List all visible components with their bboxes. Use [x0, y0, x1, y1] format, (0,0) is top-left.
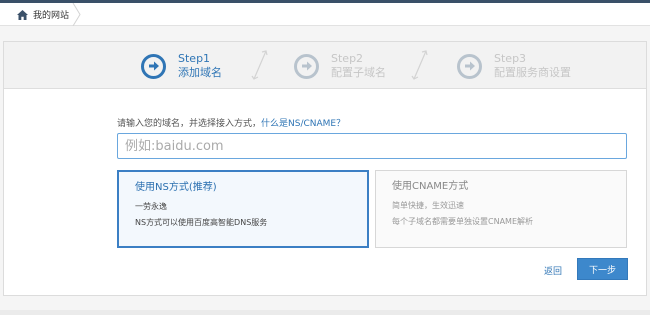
domain-input[interactable]	[117, 133, 627, 159]
arrow-right-circle-icon	[141, 53, 166, 79]
domain-prompt: 请输入您的域名，并选择接入方式，什么是NS/CNAME？	[117, 116, 345, 129]
home-icon	[17, 9, 28, 20]
step-divider-icon	[251, 50, 268, 80]
wizard-steps: Step1 添加域名 Step2 配置子域名 Step3 配置服务商设置	[4, 42, 646, 89]
cname-option-desc-1: 简单快捷，生效迅速	[392, 201, 464, 210]
next-step-button[interactable]: 下一步	[577, 258, 628, 280]
step-1-number: Step1	[178, 52, 211, 65]
step-2-title: 配置子域名	[331, 66, 386, 79]
arrow-right-circle-icon	[457, 53, 482, 79]
arrow-right-circle-icon	[294, 53, 319, 79]
step-1-title: 添加域名	[178, 66, 222, 79]
step-3-title: 配置服务商设置	[494, 66, 571, 79]
cname-option-card[interactable]: 使用CNAME方式 简单快捷，生效迅速 每个子域名都需要单独设置CNAME解析	[375, 170, 627, 248]
breadcrumb-home-label: 我的网站	[33, 11, 70, 21]
ns-option-title: 使用NS方式(推荐)	[135, 182, 217, 193]
breadcrumb-separator-icon	[72, 3, 81, 26]
ns-cname-help-link[interactable]: 什么是NS/CNAME？	[261, 119, 345, 129]
add-domain-panel: Step1 添加域名 Step2 配置子域名 Step3 配置服务商设置 请输入…	[3, 41, 647, 296]
breadcrumb-home[interactable]: 我的网站	[0, 3, 83, 26]
step-3-number: Step3	[494, 52, 527, 65]
step-2-number: Step2	[331, 52, 364, 65]
ns-option-card[interactable]: 使用NS方式(推荐) 一劳永逸 NS方式可以使用百度高智能DNS服务	[117, 170, 369, 248]
step-divider-icon	[411, 50, 428, 80]
cname-option-title: 使用CNAME方式	[392, 181, 469, 192]
step-1: Step1 添加域名	[141, 48, 222, 84]
breadcrumb: 我的网站	[0, 3, 650, 26]
ns-option-desc-2: NS方式可以使用百度高智能DNS服务	[135, 218, 268, 227]
step-3: Step3 配置服务商设置	[457, 48, 571, 84]
cname-option-desc-2: 每个子域名都需要单独设置CNAME解析	[392, 217, 533, 226]
step-2: Step2 配置子域名	[294, 48, 386, 84]
back-link[interactable]: 返回	[544, 264, 562, 277]
domain-prompt-text: 请输入您的域名，并选择接入方式，	[117, 119, 262, 129]
page-footer-strip	[0, 310, 650, 315]
ns-option-desc-1: 一劳永逸	[135, 202, 167, 211]
